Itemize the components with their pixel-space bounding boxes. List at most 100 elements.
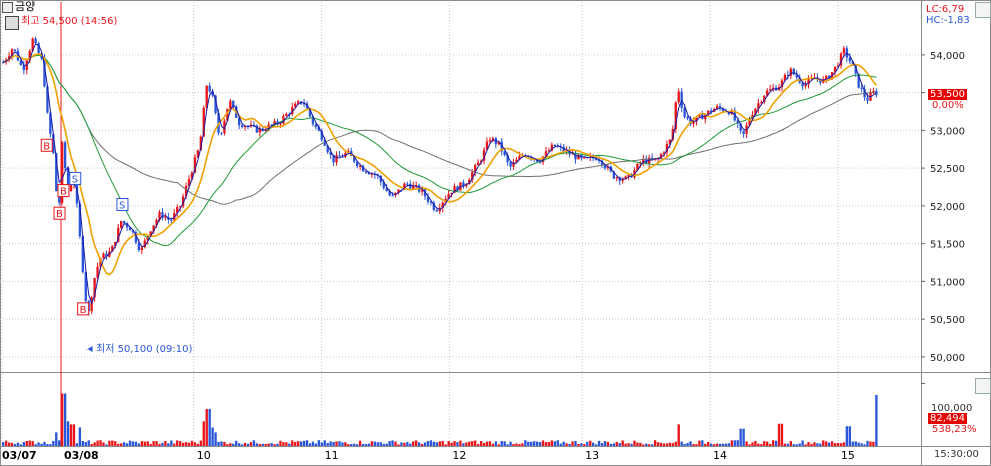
scroll-down-button[interactable]	[975, 378, 991, 394]
volume-bar	[367, 443, 371, 446]
volume-bar	[488, 441, 492, 446]
volume-bar	[131, 441, 135, 446]
volume-bar	[420, 444, 424, 446]
volume-bar	[122, 442, 126, 446]
candle-body	[220, 132, 223, 134]
volume-bar	[547, 442, 551, 446]
signal-s-marker: S	[119, 200, 125, 211]
current-price-badge: 53,500	[928, 89, 967, 100]
volume-bar	[500, 441, 503, 446]
volume-bar	[533, 441, 536, 446]
volume-bar	[656, 442, 660, 446]
volume-bar	[397, 444, 400, 446]
volume-bar	[308, 443, 312, 446]
volume-bar	[34, 444, 37, 446]
volume-bar	[155, 441, 158, 446]
volume-bar	[409, 443, 412, 446]
candle-body	[686, 116, 689, 119]
low-label: 최저 50,100 (09:10)	[96, 344, 193, 355]
volume-bar	[704, 443, 707, 446]
volume-bar	[872, 441, 875, 446]
volume-bar	[639, 442, 642, 446]
volume-bar	[869, 441, 872, 446]
volume-bar	[541, 440, 545, 446]
volume-bar	[851, 441, 854, 446]
volume-bar	[627, 443, 630, 446]
volume-bar	[491, 443, 495, 446]
volume-bar	[412, 441, 415, 446]
volume-bar	[297, 441, 300, 446]
volume-bar	[335, 441, 338, 446]
volume-bar	[240, 444, 244, 446]
volume-bar	[238, 443, 241, 446]
collapse-box-icon[interactable]	[2, 2, 13, 13]
volume-bar	[223, 441, 226, 446]
volume-bar	[149, 443, 152, 446]
x-tick-label: 10	[197, 449, 211, 462]
candle-body	[63, 142, 67, 169]
scroll-up-button[interactable]	[975, 2, 991, 18]
candle-body	[692, 121, 695, 125]
volume-bar	[291, 440, 294, 446]
volume-bar	[243, 442, 247, 446]
volume-bar	[193, 442, 197, 446]
volume-bar	[562, 441, 565, 446]
volume-bar	[179, 441, 182, 446]
volume-bar	[46, 443, 49, 446]
candle-body	[335, 155, 338, 163]
volume-bar	[857, 442, 860, 446]
signal-s-marker: S	[72, 174, 78, 185]
volume-bar	[117, 443, 120, 446]
volume-bar	[125, 443, 129, 446]
volume-bar	[754, 440, 757, 446]
signal-b-marker: B	[60, 187, 67, 198]
volume-bar	[208, 408, 211, 446]
volume-bar	[96, 440, 99, 446]
volume-bar	[81, 440, 84, 446]
volume-bar	[435, 442, 438, 446]
volume-bar	[143, 441, 146, 446]
volume-bar	[111, 440, 114, 446]
volume-bar	[417, 442, 421, 446]
volume-bar	[246, 443, 250, 446]
volume-bar	[134, 441, 138, 446]
volume-bar	[382, 443, 385, 446]
volume-bar	[833, 443, 837, 446]
volume-bar	[456, 442, 459, 446]
volume-bar	[353, 443, 356, 446]
volume-bar	[108, 440, 111, 446]
volume-bar	[84, 442, 87, 446]
volume-bar	[181, 442, 185, 446]
volume-bar	[518, 443, 521, 446]
volume-bar	[718, 443, 722, 446]
volume-bar	[648, 444, 651, 446]
volume-bar	[235, 440, 238, 446]
volume-bar	[320, 442, 323, 446]
volume-bar	[494, 441, 497, 446]
volume-bar	[211, 427, 214, 446]
volume-bar	[506, 444, 509, 446]
volume-bar	[332, 442, 335, 446]
x-tick-label: 03/08	[64, 449, 99, 462]
stock-chart: 54,000 53,500 53,000 52,500 52,000 51,500 51,0…	[0, 0, 991, 466]
volume-bar	[597, 440, 601, 446]
grid-icon[interactable]	[5, 16, 19, 30]
candle-body	[406, 183, 409, 185]
volume-bar	[748, 444, 751, 446]
volume-bar	[671, 443, 674, 446]
x-tick-label: 03/07	[2, 449, 37, 462]
volume-bar	[698, 440, 701, 446]
volume-bar	[836, 442, 840, 446]
volume-bar	[636, 442, 639, 446]
current-change: 0,00%	[932, 100, 964, 111]
volume-bar	[665, 443, 669, 446]
volume-bar	[527, 441, 530, 446]
volume-bar	[302, 440, 306, 446]
volume-bar	[164, 441, 167, 446]
candle-body	[476, 162, 480, 166]
volume-bar	[78, 427, 82, 446]
high-label: 최고 54,500 (14:56)	[21, 16, 118, 27]
y-tick-label: 50,000	[930, 353, 965, 364]
volume-bar	[75, 443, 79, 446]
volume-bar	[653, 440, 657, 446]
